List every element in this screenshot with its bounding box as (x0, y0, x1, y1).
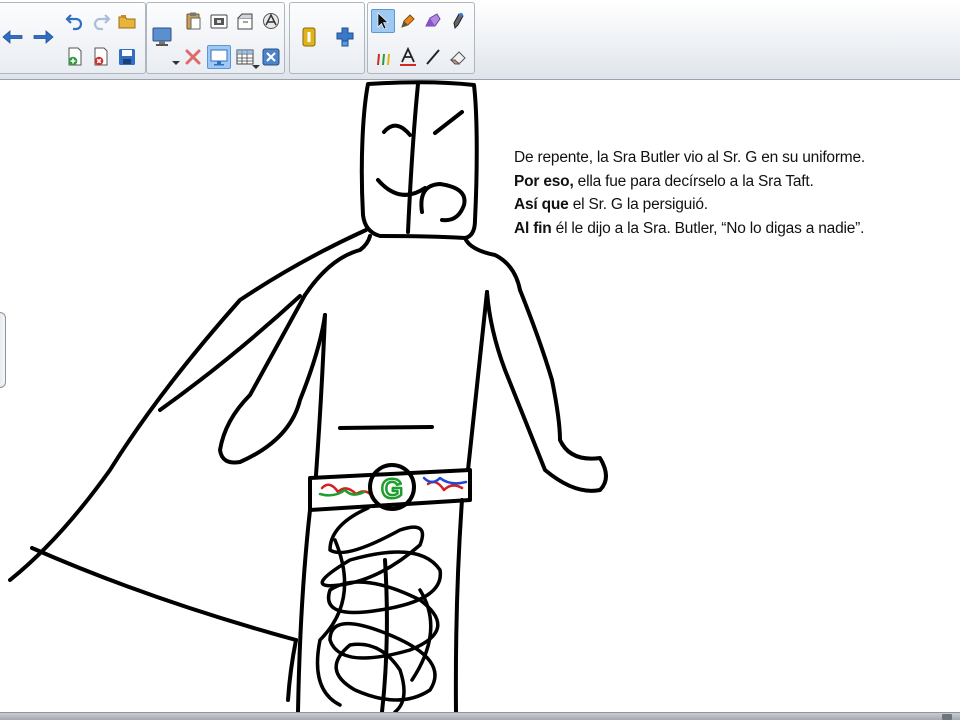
paste-icon (183, 11, 203, 31)
document-camera-button[interactable] (259, 9, 283, 33)
drawing-cape-hem (286, 638, 298, 702)
pen-icon (398, 11, 418, 31)
drawing-beard (419, 182, 467, 223)
story-line-1: De repente, la Sra Butler vio al Sr. G e… (514, 149, 866, 166)
add-ons-icon (333, 25, 357, 49)
creative-pen-button[interactable] (371, 45, 395, 69)
paste-button[interactable] (181, 9, 205, 33)
story-line-4: Al fin él le dijo a la Sra. Butler, “No … (514, 219, 865, 237)
open-file-button[interactable] (115, 9, 139, 33)
drawing-belt-letter: G (381, 473, 403, 504)
bottom-scrollbar[interactable] (0, 712, 960, 720)
drawing-right-shoulder (463, 236, 522, 292)
drawing-left-leg (296, 508, 312, 712)
drawing-left-eye (382, 123, 412, 137)
drawing-cape-bottom (30, 546, 298, 642)
redo-icon (91, 11, 111, 31)
redo-button[interactable] (89, 9, 113, 33)
save-icon (117, 47, 137, 67)
capture-icon (297, 25, 321, 49)
story-line-3: Así que el Sr. G la persiguió. (514, 196, 708, 213)
eraser-button[interactable] (446, 45, 470, 69)
screen-capture-icon (209, 11, 229, 31)
table-icon (235, 47, 255, 67)
toolbar-group-tools (367, 2, 475, 74)
screen-display-icon (150, 25, 174, 49)
highlighter-icon (423, 11, 443, 31)
toolbar-group-display (146, 2, 285, 74)
story-line-4-connector: Al fin (514, 219, 552, 237)
capture-button[interactable] (295, 23, 323, 51)
magic-pen-button[interactable] (446, 9, 470, 33)
close-icon (261, 47, 281, 67)
text-button[interactable] (396, 45, 420, 69)
smart-notebook-window: G De repente, la Sra Butler vio al Sr. G… (0, 0, 960, 720)
screen-capture-button[interactable] (207, 9, 231, 33)
drawing-head-divider (406, 82, 420, 234)
toolbar-group-addons (289, 2, 365, 74)
delete-page-icon (91, 47, 111, 67)
bottom-scrollbar-thumb[interactable] (942, 714, 952, 720)
text-icon (398, 47, 418, 67)
drawing-right-arm (485, 288, 608, 493)
drawing-right-eye (433, 110, 464, 135)
delete-page-button[interactable] (89, 45, 113, 69)
eraser-icon (448, 47, 468, 67)
new-page-icon (65, 47, 85, 67)
delete-icon (183, 47, 203, 67)
sidebar-collapse-handle[interactable] (0, 312, 6, 388)
full-screen-icon (209, 47, 229, 67)
close-button[interactable] (259, 45, 283, 69)
new-page-button[interactable] (63, 45, 87, 69)
toolbar-group-pages (0, 2, 146, 74)
screen-display-button[interactable] (148, 23, 176, 51)
line-icon (423, 47, 443, 67)
highlighter-button[interactable] (421, 9, 445, 33)
back-icon (1, 25, 25, 49)
story-line-2-connector: Por eso, (514, 172, 574, 190)
story-text-box[interactable]: De repente, la Sra Butler vio al Sr. G e… (514, 146, 934, 240)
save-button[interactable] (115, 45, 139, 69)
undo-icon (65, 11, 85, 31)
drawing-navel-line (338, 425, 434, 430)
document-camera-icon (261, 11, 281, 31)
back-button[interactable] (0, 23, 27, 51)
whiteboard-canvas[interactable]: G De repente, la Sra Butler vio al Sr. G… (0, 80, 960, 712)
screen-display-dropdown-icon[interactable] (172, 61, 180, 65)
open-file-icon (117, 11, 137, 31)
undo-button[interactable] (63, 9, 87, 33)
story-line-3-connector: Así que (514, 196, 569, 213)
select-button[interactable] (371, 9, 395, 33)
drawing-torso-right (466, 290, 489, 472)
drawing-pants-scribble-2 (315, 538, 433, 707)
toolbar (0, 0, 960, 80)
delete-button[interactable] (181, 45, 205, 69)
line-button[interactable] (421, 45, 445, 69)
screen-shade-icon (235, 11, 255, 31)
forward-button[interactable] (29, 23, 57, 51)
pen-button[interactable] (396, 9, 420, 33)
screen-shade-button[interactable] (233, 9, 257, 33)
select-icon (373, 11, 393, 31)
full-screen-button[interactable] (207, 45, 231, 69)
creative-pen-icon (373, 47, 393, 67)
forward-icon (31, 25, 55, 49)
drawing-leg-divider (380, 558, 389, 712)
drawing-right-leg (453, 498, 464, 712)
story-line-2: Por eso, ella fue para decírselo a la Sr… (514, 172, 814, 190)
add-ons-button[interactable] (331, 23, 359, 51)
magic-pen-icon (448, 11, 468, 31)
drawing-mouth (376, 178, 427, 197)
